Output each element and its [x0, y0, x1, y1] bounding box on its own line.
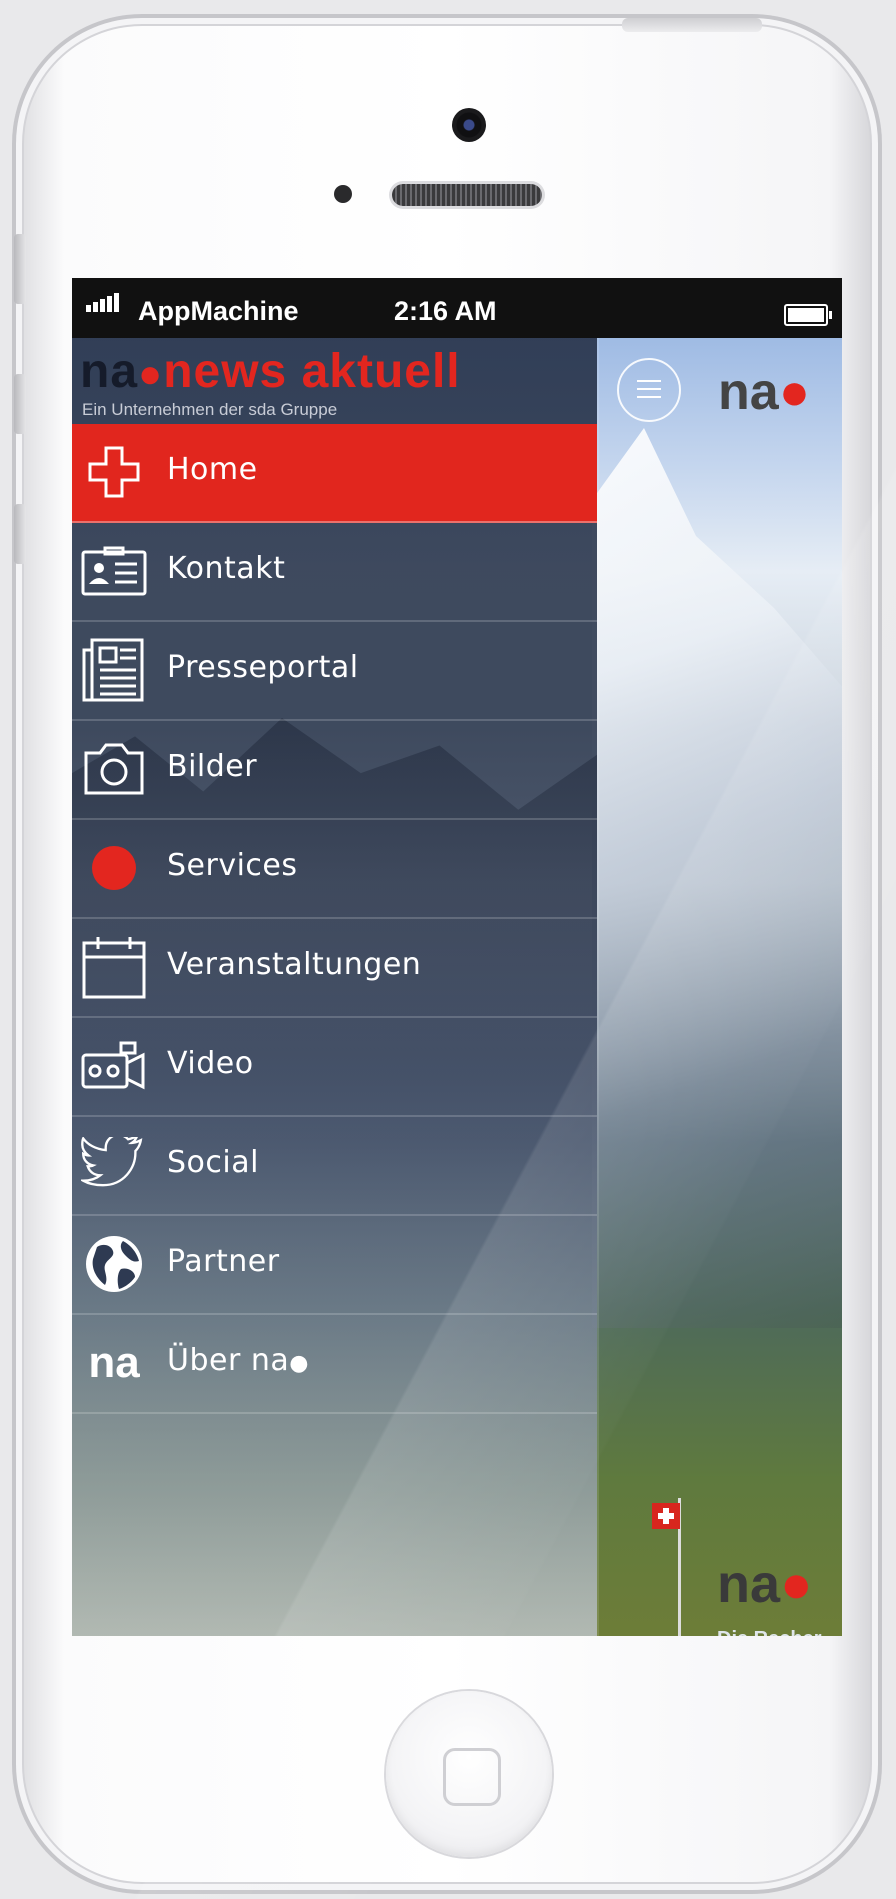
- menu-item-video[interactable]: Video: [72, 1018, 597, 1117]
- battery-level: [788, 308, 824, 322]
- menu-item-ueber-na[interactable]: na Über na●: [72, 1315, 597, 1414]
- hamburger-menu-button[interactable]: [617, 358, 681, 422]
- phone-screen: AppMachine 2:16 AM na● na● Die Recher na…: [72, 278, 842, 1636]
- brand-logo-name: news aktuell: [163, 345, 461, 398]
- brand-subtitle: Ein Unternehmen der sda Gruppe: [82, 400, 338, 419]
- red-dot-icon: [80, 835, 148, 901]
- mountain-photo: [592, 428, 842, 1328]
- menu-label-presseportal: Presseportal: [167, 650, 359, 685]
- power-button: [622, 18, 762, 32]
- hamburger-line: [637, 380, 661, 382]
- menu-item-kontakt[interactable]: Kontakt: [72, 523, 597, 622]
- swiss-flag-icon: [652, 1503, 680, 1529]
- volume-down-button: [14, 504, 26, 564]
- menu-label-ueber-na-text: Über na: [167, 1343, 290, 1378]
- front-camera: [452, 108, 486, 142]
- menu-item-presseportal[interactable]: Presseportal: [72, 622, 597, 721]
- plus-cross-icon: [80, 439, 148, 505]
- status-bar: AppMachine 2:16 AM: [72, 278, 842, 338]
- menu-label-home: Home: [167, 452, 258, 487]
- camera-icon: [80, 736, 148, 802]
- na-logo-icon: na: [80, 1330, 148, 1396]
- banner-logo-text: na: [717, 1554, 781, 1614]
- menu-label-veranstaltungen: Veranstaltungen: [167, 947, 422, 982]
- label-dot-icon: ●: [289, 1351, 309, 1376]
- header-logo-text: na: [718, 363, 779, 421]
- newspaper-icon: [80, 637, 148, 703]
- proximity-sensor: [334, 185, 352, 203]
- drawer-menu: Home Kontakt Presseportal Bilder Service…: [72, 424, 597, 1414]
- logo-dot-icon: ●: [778, 363, 811, 421]
- hamburger-line: [637, 396, 661, 398]
- menu-item-home[interactable]: Home: [72, 424, 597, 523]
- calendar-icon: [80, 934, 148, 1000]
- battery-icon: [784, 304, 832, 326]
- na-logo-mark: na: [88, 1338, 140, 1387]
- header-logo: na●: [718, 362, 810, 422]
- volume-up-button: [14, 374, 26, 434]
- carrier-name: AppMachine: [138, 296, 299, 326]
- globe-icon: [80, 1231, 148, 1297]
- brand-logo: na●news aktuell: [80, 344, 461, 402]
- menu-item-social[interactable]: Social: [72, 1117, 597, 1216]
- hamburger-line: [637, 388, 661, 390]
- home-square-icon: [443, 1748, 501, 1806]
- menu-label-ueber-na: Über na●: [167, 1343, 309, 1378]
- menu-item-bilder[interactable]: Bilder: [72, 721, 597, 820]
- banner-dot-icon: ●: [780, 1554, 813, 1614]
- menu-label-bilder: Bilder: [167, 749, 258, 784]
- twitter-bird-icon: [80, 1132, 148, 1198]
- video-camera-icon: [80, 1033, 148, 1099]
- menu-label-kontakt: Kontakt: [167, 551, 286, 586]
- home-button[interactable]: [386, 1691, 552, 1857]
- menu-label-social: Social: [167, 1145, 259, 1180]
- menu-label-partner: Partner: [167, 1244, 280, 1279]
- brand-dot-icon: ●: [138, 352, 164, 396]
- menu-label-services: Services: [167, 848, 298, 883]
- brand-logo-na: na: [80, 345, 139, 398]
- banner-subtitle: Die Recher: [717, 1628, 822, 1636]
- banner-logo: na●: [717, 1553, 813, 1615]
- earpiece-speaker: [392, 184, 542, 206]
- navigation-drawer: na●news aktuell Ein Unternehmen der sda …: [72, 338, 597, 1636]
- drawer-edge-divider: [597, 338, 599, 1636]
- menu-item-services[interactable]: Services: [72, 820, 597, 919]
- menu-label-video: Video: [167, 1046, 254, 1081]
- menu-item-veranstaltungen[interactable]: Veranstaltungen: [72, 919, 597, 1018]
- menu-item-partner[interactable]: Partner: [72, 1216, 597, 1315]
- mute-switch: [14, 234, 26, 304]
- status-time: 2:16 AM: [394, 296, 497, 326]
- contact-card-icon: [80, 538, 148, 604]
